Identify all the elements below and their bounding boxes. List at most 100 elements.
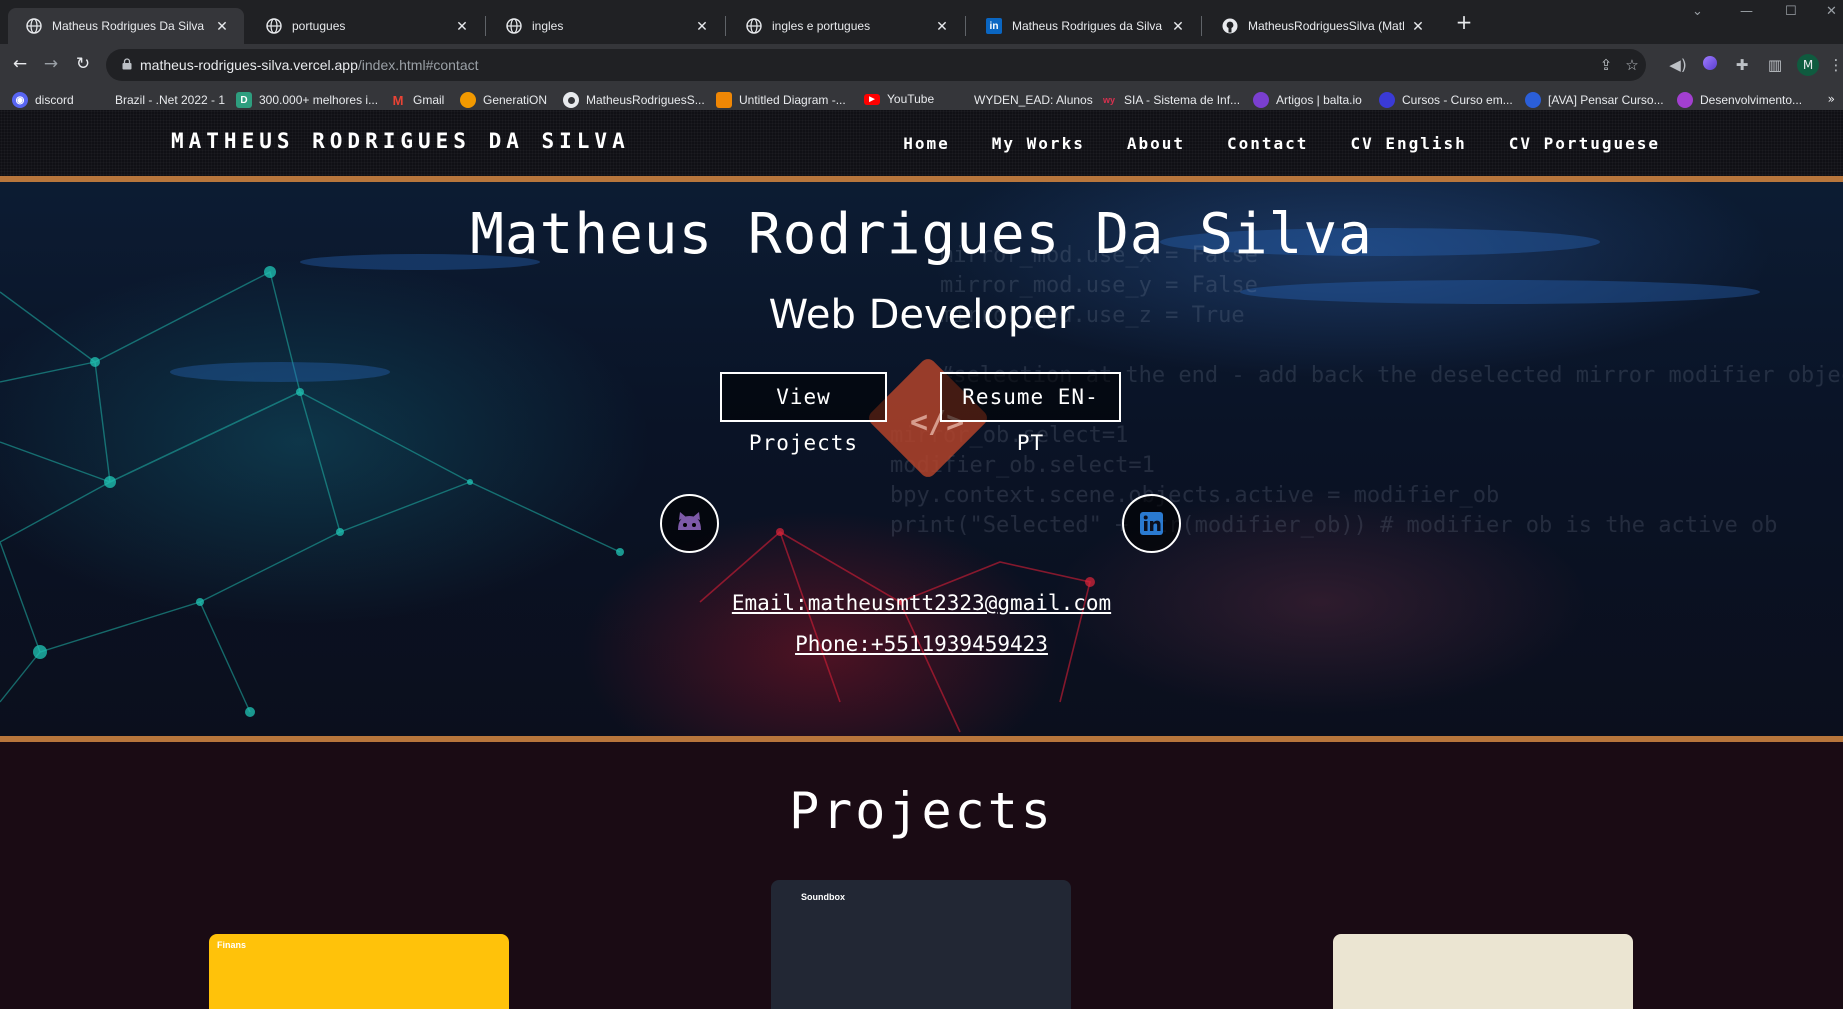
lock-icon[interactable] (122, 58, 132, 70)
bookmark-label: MatheusRodriguesS... (586, 93, 705, 107)
close-icon[interactable]: ✕ (214, 18, 230, 34)
github-icon (678, 512, 701, 530)
bookmark-label: WYDEN_EAD: Alunos (974, 93, 1093, 107)
svg-text:print("Selected" + str(modifie: print("Selected" + str(modifier_ob)) # m… (890, 513, 1777, 538)
close-icon[interactable]: ✕ (934, 18, 950, 34)
tab-portfolio[interactable]: Matheus Rodrigues Da Silva ✕ (8, 8, 244, 44)
tab-ingles[interactable]: ingles ✕ (488, 8, 724, 44)
bookmark-sia[interactable]: wy SIA - Sistema de Inf... (1101, 92, 1240, 108)
globe-icon (746, 18, 762, 34)
github-link[interactable] (660, 494, 719, 553)
new-tab-button[interactable]: + (1452, 10, 1476, 34)
bookmark-label: 300.000+ melhores i... (259, 93, 379, 107)
email-link[interactable]: Email:matheusmtt2323@gmail.com (0, 591, 1843, 615)
tab-linkedin[interactable]: in Matheus Rodrigues da Silva | Link ✕ (968, 8, 1200, 44)
balta-icon (1253, 92, 1269, 108)
cursos-icon (1379, 92, 1395, 108)
avatar[interactable]: M (1797, 54, 1819, 76)
side-panel-icon[interactable]: ▥ (1765, 55, 1785, 75)
project-card-soundbox[interactable]: Soundbox (771, 880, 1071, 1009)
tab-ingles-e-portugues[interactable]: ingles e portugues ✕ (728, 8, 964, 44)
close-icon[interactable]: ✕ (1410, 18, 1426, 34)
project-card-label: Finans (217, 940, 247, 950)
discord-icon: ◉ (12, 92, 28, 108)
hero-title: Matheus Rodrigues Da Silva (470, 202, 1373, 267)
view-projects-button[interactable]: View Projects (720, 372, 887, 455)
bookmark-cursos[interactable]: Cursos - Curso em... (1379, 92, 1513, 108)
bookmark-discord[interactable]: ◉ discord (12, 92, 74, 108)
bookmark-youtube[interactable]: ▶ YouTube (864, 92, 934, 106)
ava-icon (1525, 92, 1541, 108)
nav-cv-portuguese[interactable]: CV Portuguese (1509, 134, 1660, 153)
nav-contact[interactable]: Contact (1227, 134, 1308, 153)
tab-title: Matheus Rodrigues Da Silva (52, 19, 205, 33)
tab-portugues[interactable]: portugues ✕ (248, 8, 484, 44)
bookmark-label: YouTube (887, 92, 935, 106)
forward-arrow-icon[interactable]: → (40, 53, 62, 75)
nav-my-works[interactable]: My Works (992, 134, 1085, 153)
star-icon[interactable]: ☆ (1622, 55, 1642, 75)
close-icon[interactable]: ✕ (694, 18, 710, 34)
bookmark-gmail[interactable]: M Gmail (390, 92, 445, 108)
chevron-down-icon[interactable]: ⌄ (1692, 4, 1703, 19)
linkedin-link[interactable] (1122, 494, 1181, 553)
site-nav-links: Home My Works About Contact CV English C… (903, 134, 1660, 153)
bookmark-brazil-net[interactable]: Brazil - .Net 2022 - 1 (92, 92, 225, 108)
bookmarks-more-button[interactable]: » (1828, 92, 1835, 106)
nav-about[interactable]: About (1127, 134, 1185, 153)
puzzle-icon[interactable]: ✚ (1732, 55, 1752, 75)
bookmark-ava[interactable]: [AVA] Pensar Curso... (1525, 92, 1664, 108)
bookmark-generation[interactable]: GeneratiON (460, 92, 547, 108)
minimize-icon[interactable]: — (1740, 4, 1753, 19)
share-icon[interactable]: ⇪ (1596, 55, 1616, 75)
bookmark-diagram[interactable]: Untitled Diagram -... (716, 92, 846, 108)
url-host: matheus-rodrigues-silva.vercel.app (140, 57, 358, 73)
nav-home[interactable]: Home (903, 134, 950, 153)
url-text[interactable]: matheus-rodrigues-silva.vercel.app/index… (140, 57, 479, 73)
browser-toolbar: ← → ↻ matheus-rodrigues-silva.vercel.app… (0, 44, 1843, 86)
bookmark-desenvolvimento[interactable]: Desenvolvimento... (1677, 92, 1802, 108)
close-icon[interactable]: ✕ (454, 18, 470, 34)
tab-title: ingles (532, 19, 564, 33)
nav-cv-english[interactable]: CV English (1350, 134, 1466, 153)
bookmark-300k[interactable]: D 300.000+ melhores i... (236, 92, 378, 108)
dev-icon (1677, 92, 1693, 108)
resume-button[interactable]: Resume EN-PT (940, 372, 1121, 455)
phone-link[interactable]: Phone:+5511939459423 (0, 632, 1843, 656)
tab-github[interactable]: MatheusRodriguesSilva (Matheu ✕ (1204, 8, 1440, 44)
globe-icon (266, 18, 282, 34)
d-icon: D (236, 92, 252, 108)
tab-separator (965, 16, 966, 36)
browser-tab-bar: Matheus Rodrigues Da Silva ✕ portugues ✕… (0, 0, 1843, 44)
close-icon[interactable]: ✕ (1170, 18, 1186, 34)
svg-text:bpy.context.scene.objects.acti: bpy.context.scene.objects.active = modif… (890, 483, 1499, 508)
bookmark-label: SIA - Sistema de Inf... (1124, 93, 1241, 107)
menu-kebab-icon[interactable]: ⋮ (1826, 55, 1843, 75)
speaker-icon[interactable]: ◀) (1668, 55, 1688, 75)
project-card-third[interactable] (1333, 934, 1633, 1009)
wy-icon: wy (1102, 95, 1115, 105)
projects-section: Projects Finans Soundbox (0, 742, 1843, 1009)
maximize-icon[interactable]: ☐ (1785, 4, 1797, 19)
page-viewport: MATHEUS RODRIGUES DA SILVA Home My Works… (0, 110, 1843, 1009)
bookmark-wyden[interactable]: WYDEN_EAD: Alunos (951, 92, 1093, 108)
projects-title: Projects (789, 782, 1054, 840)
bookmark-github[interactable]: MatheusRodriguesS... (563, 92, 705, 108)
project-card-finans[interactable]: Finans (209, 934, 509, 1009)
youtube-icon: ▶ (864, 93, 880, 105)
github-icon (563, 92, 579, 108)
bookmark-balta[interactable]: Artigos | balta.io (1253, 92, 1362, 108)
close-window-icon[interactable]: ✕ (1826, 4, 1837, 19)
site-brand[interactable]: MATHEUS RODRIGUES DA SILVA (171, 129, 630, 153)
address-bar[interactable]: matheus-rodrigues-silva.vercel.app/index… (106, 49, 1646, 81)
back-arrow-icon[interactable]: ← (9, 53, 31, 75)
globe-icon (26, 18, 42, 34)
bookmark-label: GeneratiON (483, 93, 548, 107)
tab-separator (485, 16, 486, 36)
bookmark-label: Cursos - Curso em... (1402, 93, 1513, 107)
linkedin-icon: in (986, 18, 1002, 34)
linkedin-icon (1140, 512, 1163, 535)
extension-color-icon[interactable] (1700, 55, 1720, 75)
reload-icon[interactable]: ↻ (72, 53, 94, 75)
site-navbar: MATHEUS RODRIGUES DA SILVA Home My Works… (0, 110, 1843, 176)
